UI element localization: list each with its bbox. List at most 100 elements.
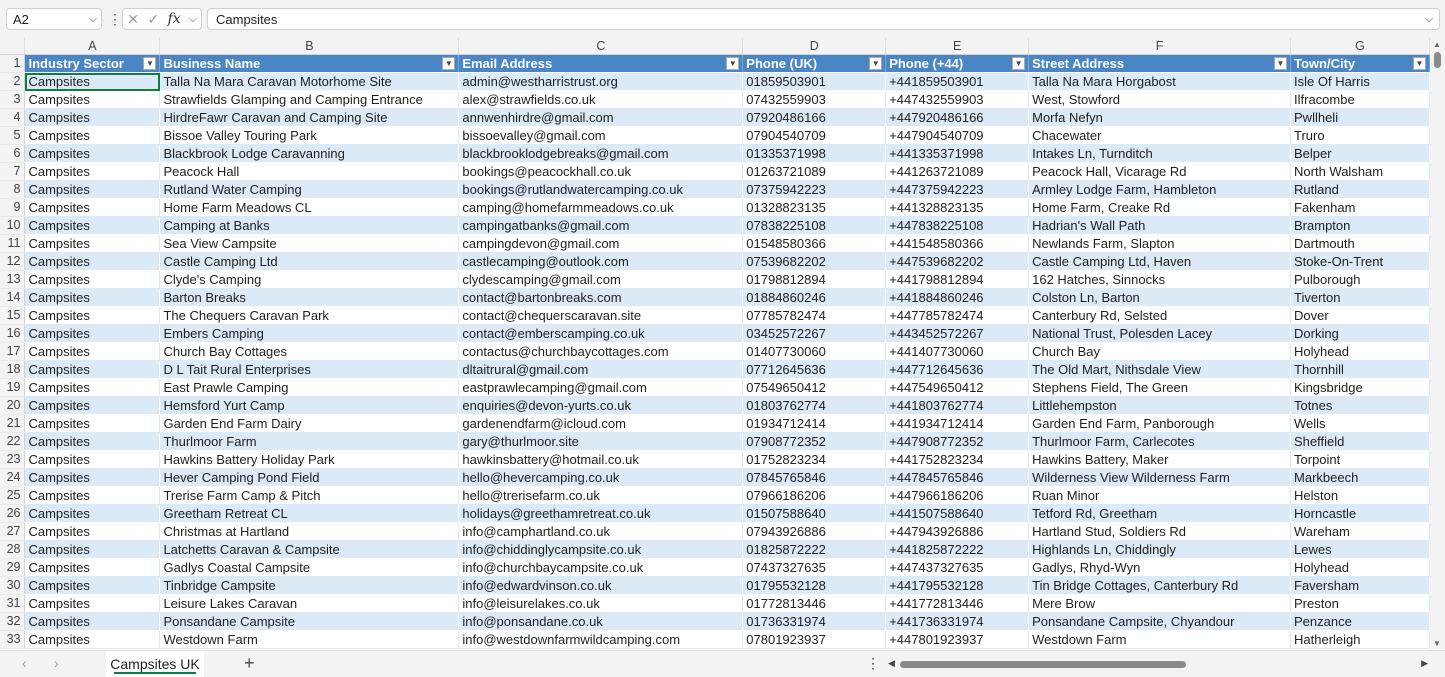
cell[interactable]: Wilderness View Wilderness Farm [1028, 468, 1292, 487]
cell[interactable]: info@chiddinglycampsite.co.uk [458, 540, 744, 559]
cell[interactable]: Ponsandane Campsite, Chyandour [1028, 612, 1292, 631]
header-cell[interactable]: Street Address ▼ [1028, 54, 1292, 73]
cell[interactable]: +447437327635 [885, 558, 1030, 577]
cell[interactable]: 01795532128 [742, 576, 887, 595]
vertical-scroll-thumb[interactable] [1434, 52, 1441, 68]
column-header-e[interactable]: E [885, 38, 1030, 55]
cell[interactable]: Campsites [24, 486, 161, 505]
cell[interactable]: +447838225108 [885, 216, 1030, 235]
row-number[interactable]: 28 [0, 540, 26, 559]
cell[interactable]: +441548580366 [885, 234, 1030, 253]
cell[interactable]: Campsites [24, 432, 161, 451]
cell[interactable]: castlecamping@outlook.com [458, 252, 744, 271]
cell[interactable]: Holyhead [1290, 342, 1430, 361]
filter-dropdown-icon[interactable]: ▼ [1012, 57, 1026, 70]
cell[interactable]: Wells [1290, 414, 1430, 433]
cell[interactable]: hawkinsbattery@hotmail.co.uk [458, 450, 744, 469]
cell[interactable]: Campsites [24, 162, 161, 181]
cell[interactable]: gardenendfarm@icloud.com [458, 414, 744, 433]
cell[interactable]: Campsites [24, 252, 161, 271]
cell[interactable]: 03452572267 [742, 324, 887, 343]
cell[interactable]: info@edwardvinson.co.uk [458, 576, 744, 595]
cell[interactable]: +441795532128 [885, 576, 1030, 595]
cell[interactable]: 07432559903 [742, 90, 887, 109]
cell[interactable]: +447966186206 [885, 486, 1030, 505]
cell[interactable]: Barton Breaks [159, 288, 460, 307]
cell[interactable]: bookings@rutlandwatercamping.co.uk [458, 180, 744, 199]
chevron-down-icon[interactable]: ⌵ [85, 14, 101, 25]
header-cell[interactable]: Industry Sector ▼ [24, 54, 161, 73]
cell[interactable]: Morfa Nefyn [1028, 108, 1292, 127]
cell[interactable]: 01507588640 [742, 504, 887, 523]
cell[interactable]: Hawkins Battery, Maker [1028, 450, 1292, 469]
cell[interactable]: Hatherleigh [1290, 630, 1430, 649]
cell[interactable]: Totnes [1290, 396, 1430, 415]
cell[interactable]: info@camphartland.co.uk [458, 522, 744, 541]
formula-value[interactable]: Campsites [208, 12, 1419, 27]
cell[interactable]: 01825872222 [742, 540, 887, 559]
cell[interactable]: Campsites [24, 558, 161, 577]
next-sheet-icon[interactable]: › [54, 655, 59, 671]
cell[interactable]: Campsites [24, 342, 161, 361]
cell[interactable]: 01884860246 [742, 288, 887, 307]
cell[interactable]: Talla Na Mara Caravan Motorhome Site [159, 72, 460, 91]
enter-icon[interactable]: ✓ [147, 11, 159, 28]
row-number[interactable]: 14 [0, 288, 26, 307]
cell[interactable]: 07920486166 [742, 108, 887, 127]
name-box-value[interactable]: A2 [7, 12, 85, 27]
row-number[interactable]: 18 [0, 360, 26, 379]
row-number[interactable]: 29 [0, 558, 26, 577]
cell[interactable]: Castle Camping Ltd, Haven [1028, 252, 1292, 271]
cell[interactable]: hello@hevercamping.co.uk [458, 468, 744, 487]
cell[interactable]: 07437327635 [742, 558, 887, 577]
cell[interactable]: 01859503901 [742, 72, 887, 91]
cell[interactable]: Stoke-On-Trent [1290, 252, 1430, 271]
header-cell[interactable]: Town/City ▼ [1290, 54, 1430, 73]
cell[interactable]: Mere Brow [1028, 594, 1292, 613]
cell[interactable]: Gadlys, Rhyd-Wyn [1028, 558, 1292, 577]
cell[interactable]: Campsites [24, 72, 161, 91]
cell[interactable]: +447801923937 [885, 630, 1030, 649]
cell[interactable]: Campsites [24, 378, 161, 397]
cell[interactable]: Horncastle [1290, 504, 1430, 523]
cell[interactable]: +441335371998 [885, 144, 1030, 163]
scroll-left-icon[interactable]: ◀ [888, 658, 895, 669]
cell[interactable]: Ilfracombe [1290, 90, 1430, 109]
cell[interactable]: Armley Lodge Farm, Hambleton [1028, 180, 1292, 199]
cell[interactable]: contactus@churchbaycottages.com [458, 342, 744, 361]
cell[interactable]: +447785782474 [885, 306, 1030, 325]
column-header-b[interactable]: B [159, 38, 460, 55]
row-number[interactable]: 8 [0, 180, 26, 199]
column-header-f[interactable]: F [1028, 38, 1292, 55]
cell[interactable]: Torpoint [1290, 450, 1430, 469]
formula-input[interactable]: Campsites ⌵ [207, 8, 1440, 30]
column-header-d[interactable]: D [742, 38, 887, 55]
cell[interactable]: Ponsandane Campsite [159, 612, 460, 631]
cell[interactable]: Campsites [24, 144, 161, 163]
cancel-icon[interactable]: ✕ [127, 11, 139, 28]
cell[interactable]: Campsites [24, 450, 161, 469]
cell[interactable]: Hadrian's Wall Path [1028, 216, 1292, 235]
cell[interactable]: Pwllheli [1290, 108, 1430, 127]
vertical-scrollbar[interactable]: ▲ ▼ [1430, 38, 1445, 650]
cell[interactable]: D L Tait Rural Enterprises [159, 360, 460, 379]
cell[interactable]: +441803762774 [885, 396, 1030, 415]
cell[interactable]: Stephens Field, The Green [1028, 378, 1292, 397]
cell[interactable]: Camping at Banks [159, 216, 460, 235]
cell[interactable]: enquiries@devon-yurts.co.uk [458, 396, 744, 415]
cell[interactable]: +441884860246 [885, 288, 1030, 307]
more-options-icon[interactable]: ⋮ [108, 9, 122, 29]
cell[interactable]: admin@westharristrust.org [458, 72, 744, 91]
cell[interactable]: +447904540709 [885, 126, 1030, 145]
name-box[interactable]: A2 ⌵ [6, 8, 102, 30]
cell[interactable]: 01548580366 [742, 234, 887, 253]
scroll-up-icon[interactable]: ▲ [1433, 40, 1441, 49]
cell[interactable]: 01407730060 [742, 342, 887, 361]
cell[interactable]: Dartmouth [1290, 234, 1430, 253]
cell[interactable]: Tin Bridge Cottages, Canterbury Rd [1028, 576, 1292, 595]
cell[interactable]: Ruan Minor [1028, 486, 1292, 505]
scroll-down-icon[interactable]: ▼ [1433, 639, 1441, 648]
cell[interactable]: Campsites [24, 396, 161, 415]
cell[interactable]: +447432559903 [885, 90, 1030, 109]
row-number[interactable]: 32 [0, 612, 26, 631]
